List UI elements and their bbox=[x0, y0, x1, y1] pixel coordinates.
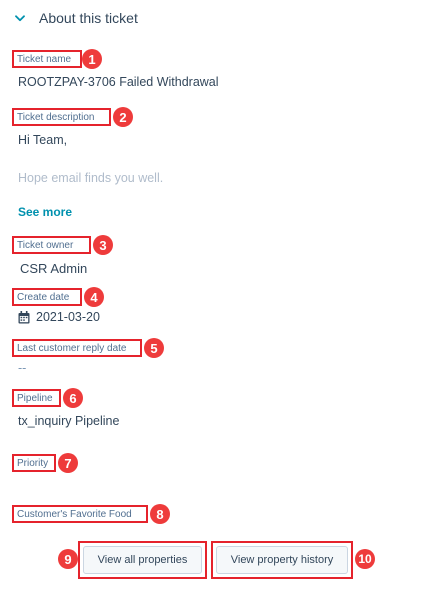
ticket-description-line-1[interactable]: Hi Team, bbox=[18, 133, 67, 147]
ticket-owner-value[interactable]: CSR Admin bbox=[20, 261, 87, 276]
ticket-owner-label-text: Ticket owner bbox=[17, 239, 74, 251]
favorite-food-label-text: Customer's Favorite Food bbox=[17, 508, 132, 520]
last-customer-reply-date-label-text: Last customer reply date bbox=[17, 342, 127, 354]
annotation-badge-4: 4 bbox=[84, 287, 104, 307]
create-date-label: Create date bbox=[12, 288, 82, 306]
last-customer-reply-date-value[interactable]: -- bbox=[18, 361, 26, 375]
priority-label-text: Priority bbox=[17, 457, 49, 469]
pipeline-value[interactable]: tx_inquiry Pipeline bbox=[18, 414, 119, 428]
see-more-link[interactable]: See more bbox=[18, 205, 72, 219]
section-title: About this ticket bbox=[39, 10, 138, 26]
ticket-name-value[interactable]: ROOTZPAY-3706 Failed Withdrawal bbox=[18, 75, 219, 89]
ticket-description-label-text: Ticket description bbox=[17, 111, 95, 123]
annotation-badge-8: 8 bbox=[150, 504, 170, 524]
ticket-description-label: Ticket description bbox=[12, 108, 111, 126]
last-customer-reply-date-label: Last customer reply date bbox=[12, 339, 142, 357]
annotation-badge-2: 2 bbox=[113, 107, 133, 127]
annotation-badge-10: 10 bbox=[355, 549, 375, 569]
annotation-badge-1: 1 bbox=[82, 49, 102, 69]
priority-label: Priority bbox=[12, 454, 56, 472]
view-all-properties-label: View all properties bbox=[97, 554, 188, 566]
chevron-down-icon bbox=[12, 10, 28, 26]
ticket-owner-label: Ticket owner bbox=[12, 236, 91, 254]
view-all-properties-highlight: View all properties bbox=[78, 541, 207, 579]
pipeline-label-text: Pipeline bbox=[17, 392, 53, 404]
ticket-description-line-2[interactable]: Hope email finds you well. bbox=[18, 171, 163, 185]
view-property-history-highlight: View property history bbox=[211, 541, 353, 579]
annotation-badge-6: 6 bbox=[63, 388, 83, 408]
calendar-icon bbox=[18, 310, 30, 324]
view-property-history-button[interactable]: View property history bbox=[216, 546, 348, 574]
pipeline-label: Pipeline bbox=[12, 389, 61, 407]
view-all-properties-button[interactable]: View all properties bbox=[83, 546, 202, 574]
ticket-name-label-text: Ticket name bbox=[17, 53, 72, 65]
ticket-properties-panel: About this ticket Ticket name 1 ROOTZPAY… bbox=[0, 0, 432, 595]
create-date-label-text: Create date bbox=[17, 291, 70, 303]
annotation-badge-7: 7 bbox=[58, 453, 78, 473]
about-ticket-section-toggle[interactable]: About this ticket bbox=[12, 8, 138, 28]
view-property-history-label: View property history bbox=[230, 554, 334, 566]
create-date-value: 2021-03-20 bbox=[36, 310, 100, 324]
annotation-badge-3: 3 bbox=[93, 235, 113, 255]
ticket-name-label: Ticket name bbox=[12, 50, 82, 68]
annotation-badge-5: 5 bbox=[144, 338, 164, 358]
favorite-food-label: Customer's Favorite Food bbox=[12, 505, 148, 523]
create-date-value-row[interactable]: 2021-03-20 bbox=[18, 310, 100, 324]
annotation-badge-9: 9 bbox=[58, 549, 78, 569]
